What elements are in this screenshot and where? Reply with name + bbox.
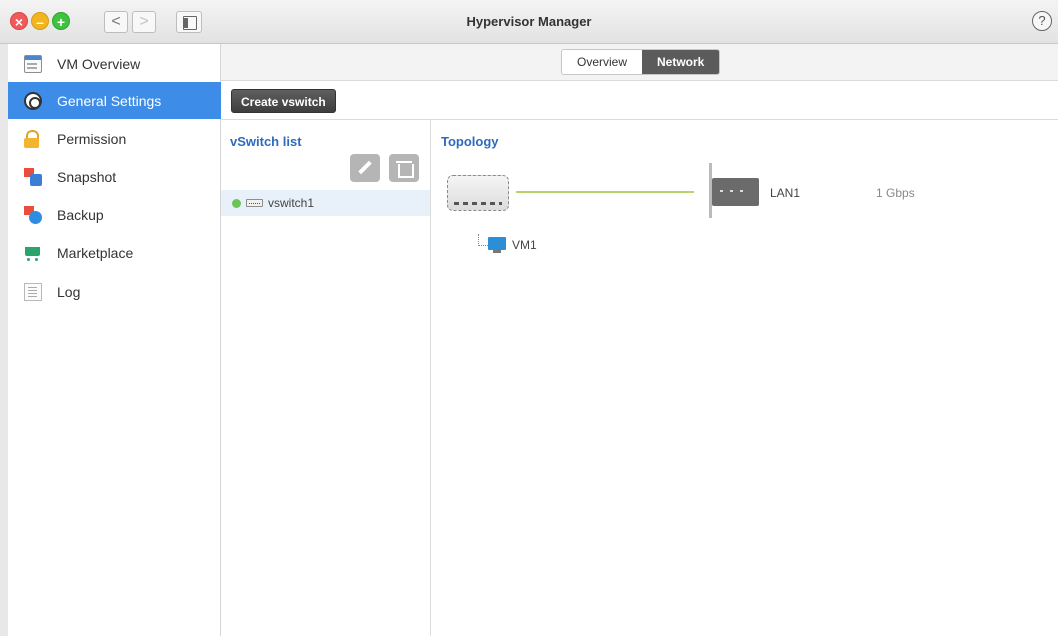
adapter-speed: 1 Gbps [876,186,915,200]
sidebar: VM Overview General Settings Permission … [8,44,221,636]
tree-connector [478,234,488,246]
tab-group: Overview Network [561,49,721,75]
sidebar-item-log[interactable]: Log [8,273,221,310]
sidebar-item-label: VM Overview [57,55,141,72]
backup-icon [24,205,42,224]
cart-icon [24,244,42,262]
sidebar-item-snapshot[interactable]: Snapshot [8,158,221,195]
network-adapter-icon[interactable] [712,178,759,206]
title-bar: × – + < > Hypervisor Manager ? [0,0,1058,44]
sidebar-item-label: Log [57,283,81,300]
status-online-icon [232,198,241,208]
topology-title: Topology [441,134,499,149]
lock-icon [24,129,42,148]
topology-link [516,191,694,193]
tab-network[interactable]: Network [642,50,720,74]
virtual-switch-icon[interactable] [447,175,509,211]
adapter-name: LAN1 [770,186,801,200]
sidebar-item-label: Backup [57,206,104,223]
vswitch-list-title: vSwitch list [230,134,302,149]
snapshot-icon [24,167,42,186]
sidebar-item-label: General Settings [57,92,162,109]
sidebar-item-label: Marketplace [57,244,134,261]
vm-name[interactable]: VM1 [512,238,537,252]
sidebar-item-marketplace[interactable]: Marketplace [8,234,221,271]
log-icon [24,282,42,301]
sidebar-item-permission[interactable]: Permission [8,120,221,157]
app-title: Hypervisor Manager [466,14,592,29]
sidebar-item-general-settings[interactable]: General Settings [8,82,221,119]
sidebar-item-label: Snapshot [57,168,117,185]
create-vswitch-button[interactable]: Create vswitch [231,89,336,113]
edit-button[interactable] [350,154,380,182]
help-icon[interactable]: ? [1032,11,1052,31]
sidebar-item-vm-overview[interactable]: VM Overview [8,45,221,82]
vswitch-list-panel: vSwitch list vswitch1 [221,120,431,636]
sidebar-item-label: Permission [57,130,127,147]
vm-overview-icon [24,54,42,73]
switch-icon [246,199,263,207]
monitor-icon [488,237,506,253]
sidebar-item-backup[interactable]: Backup [8,196,221,233]
vswitch-name: vswitch1 [268,196,315,210]
toolbar [221,81,1058,120]
tab-overview[interactable]: Overview [562,50,643,74]
vswitch-list-item[interactable]: vswitch1 [221,190,430,216]
gear-icon [24,91,42,110]
delete-button[interactable] [389,154,419,182]
window-edge [0,44,8,636]
